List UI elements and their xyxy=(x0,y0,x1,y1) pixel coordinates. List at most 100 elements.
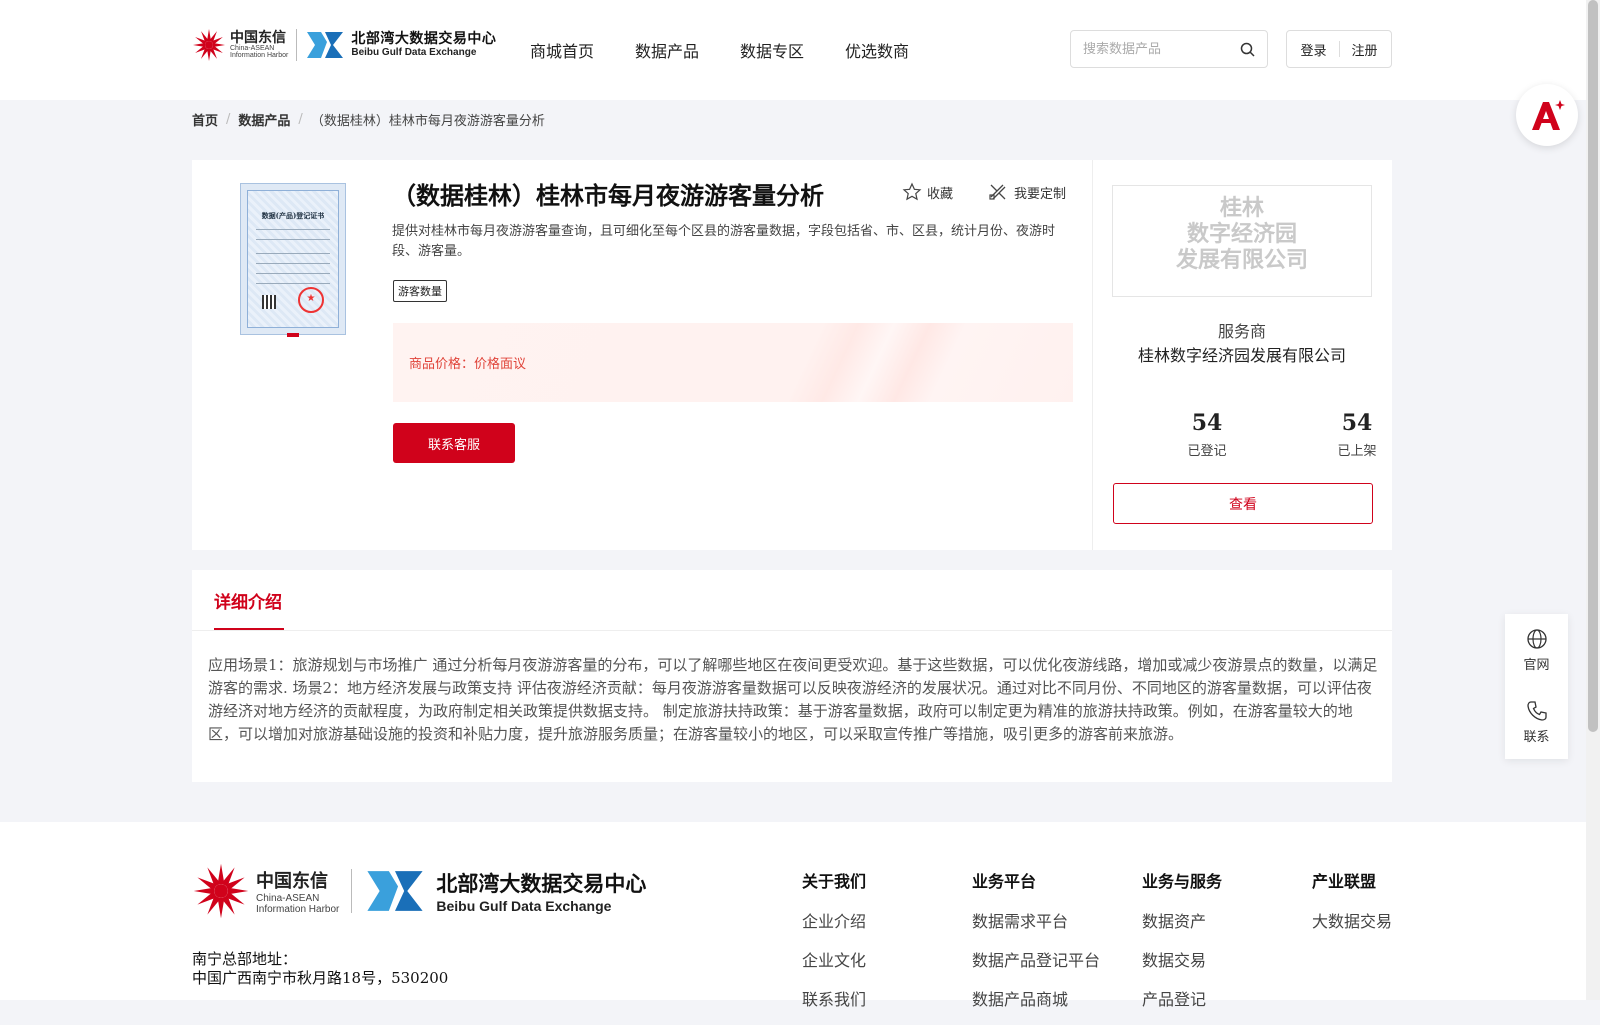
sunburst-logo-icon xyxy=(193,863,249,919)
scrollbar-thumb[interactable] xyxy=(1588,0,1598,732)
footer-logo-divider xyxy=(351,869,353,913)
footer-logo-cd-en1: China-ASEAN xyxy=(256,893,320,904)
footer-col-services: 业务与服务 数据资产 数据交易 产品登记 xyxy=(1142,868,1222,1025)
breadcrumb-current: （数据桂林）桂林市每月夜游游客量分析 xyxy=(310,114,545,129)
footer-col-title: 业务与服务 xyxy=(1142,872,1223,891)
main-nav: 商城首页 数据产品 数据专区 优选数商 xyxy=(530,38,950,62)
footer-col-platforms: 业务平台 数据需求平台 数据产品登记平台 数据产品商城 xyxy=(972,868,1100,1025)
search-input[interactable] xyxy=(1081,40,1235,58)
side-toolbar: 官网 联系 xyxy=(1505,614,1568,759)
bx-logo-icon xyxy=(367,871,423,911)
logo-cd-en1: China-ASEAN xyxy=(230,45,275,52)
footer-col-alliance: 产业联盟 大数据交易 xyxy=(1312,868,1392,947)
certificate-line xyxy=(256,239,330,240)
top-header: 中国东信 China-ASEAN Information Harbor 北部湾大… xyxy=(0,0,1586,100)
footer-link[interactable]: 数据资产 xyxy=(1142,908,1222,932)
footer-link[interactable]: 产品登记 xyxy=(1142,986,1222,1010)
product-card: 数据(产品)登记证书 ★ （数据桂林）桂林市每月夜游游客量分析 收藏 我要定制 … xyxy=(192,160,1392,550)
breadcrumb-data-products[interactable]: 数据产品 xyxy=(238,110,290,129)
provider-logo-line: 发展有限公司 xyxy=(1175,248,1308,273)
qr-code-icon xyxy=(262,295,276,309)
customize-tools-icon xyxy=(989,184,1006,200)
logo-cd-en2: Information Harbor xyxy=(230,52,289,59)
search-box xyxy=(1070,30,1268,68)
certificate-line xyxy=(256,229,330,230)
footer-col-about: 关于我们 企业介绍 企业文化 联系我们 xyxy=(802,868,866,1025)
certificate-line xyxy=(256,273,330,274)
logo-bb-cn: 北部湾大数据交易中心 xyxy=(351,30,497,47)
nav-selected-vendors[interactable]: 优选数商 xyxy=(845,38,909,62)
globe-icon xyxy=(1526,629,1547,649)
view-provider-button[interactable]: 查看 xyxy=(1113,483,1373,524)
footer-logo: 中国东信 China-ASEAN Information Harbor 北部湾大… xyxy=(192,862,646,920)
provider-label: 服务商 xyxy=(1217,322,1266,341)
ai-assistant-icon xyxy=(1532,100,1565,130)
tab-detail-intro[interactable]: 详细介绍 xyxy=(214,588,282,613)
footer-col-title: 业务平台 xyxy=(972,872,1037,891)
side-website-label: 官网 xyxy=(1523,658,1550,673)
card-divider xyxy=(1092,160,1093,550)
auth-divider xyxy=(1338,41,1340,57)
side-contact-button[interactable]: 联系 xyxy=(1505,700,1568,745)
ai-assistant-button[interactable] xyxy=(1516,84,1578,146)
footer-address: 南宁总部地址： 中国广西南宁市秋月路18号，530200 xyxy=(192,950,448,988)
phone-icon xyxy=(1526,701,1547,721)
provider-logo: 桂林 数字经济园 发展有限公司 xyxy=(1112,185,1372,297)
search-icon[interactable] xyxy=(1240,42,1255,57)
side-contact-label: 联系 xyxy=(1523,730,1550,745)
nav-data-products[interactable]: 数据产品 xyxy=(635,38,699,62)
footer-link[interactable]: 联系我们 xyxy=(802,986,866,1010)
contact-service-button[interactable]: 联系客服 xyxy=(393,423,515,463)
favorite-button[interactable]: 收藏 xyxy=(902,182,953,202)
page-scrollbar[interactable] xyxy=(1586,0,1600,1000)
detail-section: 详细介绍 应用场景1：旅游规划与市场推广 通过分析每月夜游游客量的分布，可以了解… xyxy=(192,570,1392,782)
footer-link[interactable]: 企业文化 xyxy=(802,947,866,971)
footer-link[interactable]: 大数据交易 xyxy=(1312,908,1392,932)
price-panel: 商品价格： 价格面议 xyxy=(393,323,1073,402)
price-value: 价格面议 xyxy=(474,357,527,372)
price-label: 商品价格： xyxy=(409,357,475,372)
customize-button[interactable]: 我要定制 xyxy=(988,182,1066,202)
logo-divider xyxy=(296,29,298,61)
customize-label: 我要定制 xyxy=(1014,186,1067,202)
carousel-indicator[interactable] xyxy=(287,333,299,337)
favorite-label: 收藏 xyxy=(927,186,954,202)
certificate-title: 数据(产品)登记证书 xyxy=(261,211,325,220)
footer-col-title: 关于我们 xyxy=(802,872,867,891)
site-logo[interactable]: 中国东信 China-ASEAN Information Harbor 北部湾大… xyxy=(192,28,496,62)
nav-data-zone[interactable]: 数据专区 xyxy=(740,38,804,62)
footer-logo-bb-en: Beibu Gulf Data Exchange xyxy=(436,898,612,914)
footer-link[interactable]: 数据交易 xyxy=(1142,947,1222,971)
footer-link[interactable]: 企业介绍 xyxy=(802,908,866,932)
login-link[interactable]: 登录 xyxy=(1300,40,1326,59)
footer-logo-cd: 中国东信 China-ASEAN Information Harbor xyxy=(256,867,339,915)
registered-count: 54 xyxy=(1191,410,1223,436)
certificate-line xyxy=(256,263,330,264)
register-link[interactable]: 注册 xyxy=(1352,40,1378,59)
breadcrumb: 首页 / 数据产品 / （数据桂林）桂林市每月夜游游客量分析 xyxy=(192,110,545,129)
listed-count: 54 xyxy=(1341,410,1373,436)
star-icon xyxy=(902,182,922,201)
breadcrumb-home[interactable]: 首页 xyxy=(192,110,218,129)
footer-logo-bb-cn: 北部湾大数据交易中心 xyxy=(436,872,647,896)
product-title: （数据桂林）桂林市每月夜游游客量分析 xyxy=(392,182,824,210)
footer-logo-cd-cn: 中国东信 xyxy=(256,871,328,892)
footer: 中国东信 China-ASEAN Information Harbor 北部湾大… xyxy=(0,822,1586,1009)
china-asean-logo: 中国东信 China-ASEAN Information Harbor xyxy=(192,28,288,62)
footer-link[interactable]: 数据产品商城 xyxy=(972,986,1100,1010)
listed-label: 已上架 xyxy=(1337,444,1377,459)
side-website-button[interactable]: 官网 xyxy=(1505,628,1568,673)
sunburst-logo-icon xyxy=(193,29,225,61)
detail-text: 应用场景1：旅游规划与市场推广 通过分析每月夜游游客量的分布，可以了解哪些地区在… xyxy=(208,656,1378,743)
tab-divider xyxy=(192,630,1392,631)
beibu-gulf-logo: 北部湾大数据交易中心 Beibu Gulf Data Exchange xyxy=(305,30,496,60)
certificate-thumbnail[interactable]: 数据(产品)登记证书 ★ xyxy=(240,183,346,337)
nav-home[interactable]: 商城首页 xyxy=(530,38,594,62)
address-label: 南宁总部地址： xyxy=(192,950,298,968)
footer-link[interactable]: 数据需求平台 xyxy=(972,908,1100,932)
address-text: 中国广西南宁市秋月路18号，530200 xyxy=(192,969,449,987)
certificate-image: 数据(产品)登记证书 ★ xyxy=(247,190,339,328)
footer-link[interactable]: 数据产品登记平台 xyxy=(972,947,1100,971)
certificate-line xyxy=(256,283,330,284)
registered-label: 已登记 xyxy=(1187,444,1227,459)
